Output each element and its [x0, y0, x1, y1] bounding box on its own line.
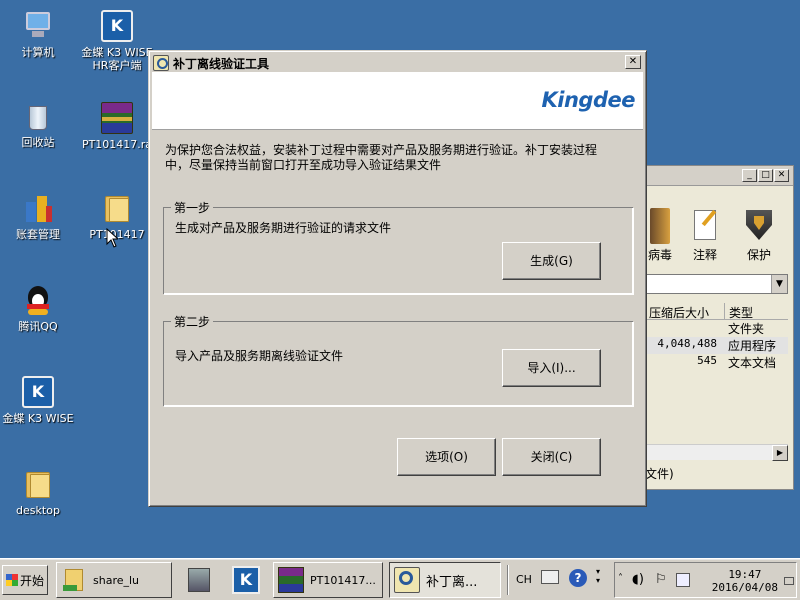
- account-management-icon: [22, 192, 54, 224]
- show-desktop-icon[interactable]: [784, 577, 794, 585]
- patch-offline-verification-dialog[interactable]: 补丁离线验证工具 ✕ Kingdee 为保护您合法权益，安装补丁过程中需要对产品…: [148, 50, 647, 507]
- qq-icon: [22, 284, 54, 316]
- column-header-packed-size[interactable]: 压缩后大小: [645, 303, 725, 320]
- dialog-banner: Kingdee: [152, 72, 643, 130]
- list-item[interactable]: 文件夹: [645, 320, 788, 337]
- folder-icon: [101, 192, 133, 224]
- recycle-bin-icon: [22, 100, 54, 132]
- desktop-icon-computer[interactable]: 计算机: [0, 10, 78, 59]
- magnifier-icon: [394, 567, 420, 593]
- volume-icon[interactable]: ◖): [632, 572, 644, 587]
- dialog-title: 补丁离线验证工具: [173, 56, 270, 71]
- keyboard-icon[interactable]: [541, 570, 559, 584]
- action-center-flag-icon[interactable]: ⚐: [655, 572, 667, 587]
- antivirus-icon: [650, 208, 670, 244]
- dialog-titlebar[interactable]: 补丁离线验证工具 ✕: [152, 54, 643, 72]
- network-icon[interactable]: [676, 573, 690, 587]
- desktop-icon-rar-archive[interactable]: PT101417.ra: [77, 102, 157, 151]
- close-button[interactable]: ✕: [774, 169, 789, 182]
- path-combo[interactable]: ▼: [645, 274, 788, 294]
- taskbar-separator: [507, 565, 509, 595]
- toolbar-protect-button[interactable]: 保护: [737, 208, 781, 263]
- step2-label: 第二步: [171, 313, 214, 330]
- toolbar-comment-button[interactable]: 注释: [683, 208, 727, 263]
- k3-hr-client-icon: K: [101, 10, 133, 42]
- system-tray: ˄ ◖) ⚐ 19:47 2016/04/08: [614, 562, 797, 598]
- clock-time: 19:47: [728, 568, 762, 581]
- import-button[interactable]: 导入(I)...: [502, 349, 601, 387]
- folder-icon: [22, 468, 54, 500]
- desktop-icon-k3-hr-client[interactable]: K 金蝶 K3 WISE HR客户端: [77, 10, 157, 72]
- step1-group: 第一步 生成对产品及服务期进行验证的请求文件 生成(G): [163, 199, 633, 294]
- options-button[interactable]: 选项(O): [397, 438, 496, 476]
- windows-logo-icon: [5, 574, 18, 586]
- list-item[interactable]: 4,048,488 应用程序: [645, 337, 788, 354]
- desktop: { "desktop": { "icons": [ {"label": "计算机…: [0, 0, 800, 600]
- generate-button[interactable]: 生成(G): [502, 242, 601, 280]
- step2-text: 导入产品及服务期离线验证文件: [175, 349, 344, 363]
- list-item[interactable]: 545 文本文档: [645, 354, 788, 371]
- magnifier-icon: [153, 55, 169, 71]
- scroll-right-icon[interactable]: ▶: [772, 445, 788, 461]
- clock-date: 2016/04/08: [711, 581, 778, 594]
- background-archive-window[interactable]: _ □ ✕ 病毒 注释 保护 ▼ 压缩后大小 类型 文件夹 4,048,488 …: [644, 165, 794, 490]
- options-chevron-icon[interactable]: ▾ ▾: [596, 567, 600, 585]
- desktop-icon-qq[interactable]: 腾讯QQ: [0, 284, 78, 333]
- kingdee-logo: Kingdee: [541, 88, 636, 112]
- background-window-titlebar[interactable]: _ □ ✕: [645, 166, 793, 186]
- clock[interactable]: 19:47 2016/04/08: [712, 568, 778, 594]
- status-bar: 文件): [645, 467, 674, 481]
- start-button[interactable]: 开始: [2, 565, 48, 595]
- column-header-type[interactable]: 类型: [725, 303, 788, 320]
- minimize-button[interactable]: _: [742, 169, 757, 182]
- computer-icon: [22, 10, 54, 42]
- intro-text: 为保护您合法权益，安装补丁过程中需要对产品及服务期进行验证。补丁安装过程中，尽量…: [165, 143, 598, 172]
- close-icon[interactable]: ✕: [625, 55, 641, 69]
- show-hidden-icons-icon[interactable]: ˄: [618, 573, 623, 584]
- rar-archive-icon: [278, 567, 304, 593]
- step2-group: 第二步 导入产品及服务期离线验证文件 导入(I)...: [163, 313, 633, 406]
- k3-wise-icon[interactable]: K: [228, 562, 262, 598]
- taskbar: 开始 share_lu K PT101417... 补丁离... CH ? ▾ ▾…: [0, 558, 800, 600]
- taskbar-item-patch-tool[interactable]: 补丁离...: [389, 562, 501, 598]
- maximize-button[interactable]: □: [758, 169, 773, 182]
- desktop-icon-account-management[interactable]: 账套管理: [0, 192, 78, 241]
- taskbar-item-share-lu[interactable]: share_lu: [56, 562, 172, 598]
- desktop-icon-recycle-bin[interactable]: 回收站: [0, 100, 78, 149]
- protect-shield-icon: [742, 208, 776, 244]
- desktop-icon-desktop-folder[interactable]: desktop: [0, 468, 78, 517]
- step1-label: 第一步: [171, 199, 214, 216]
- chevron-down-icon[interactable]: ▼: [771, 275, 787, 293]
- k3-wise-icon: K: [22, 376, 54, 408]
- comment-icon: [688, 208, 722, 244]
- close-button[interactable]: 关闭(C): [502, 438, 601, 476]
- taskbar-item-pt101417[interactable]: PT101417...: [273, 562, 383, 598]
- toolbar-antivirus-button[interactable]: 病毒: [645, 208, 675, 263]
- horizontal-scrollbar[interactable]: ▶: [645, 444, 788, 461]
- language-indicator[interactable]: CH: [516, 573, 532, 586]
- rar-archive-icon: [101, 102, 133, 134]
- folder-icon: [61, 567, 87, 593]
- help-icon[interactable]: ?: [569, 569, 587, 587]
- mouse-cursor-icon: [106, 228, 118, 248]
- step1-text: 生成对产品及服务期进行验证的请求文件: [175, 221, 392, 235]
- list-header: 压缩后大小 类型: [645, 303, 788, 320]
- server-manager-icon[interactable]: [182, 562, 216, 598]
- desktop-icon-k3-wise[interactable]: K 金蝶 K3 WISE: [0, 376, 78, 425]
